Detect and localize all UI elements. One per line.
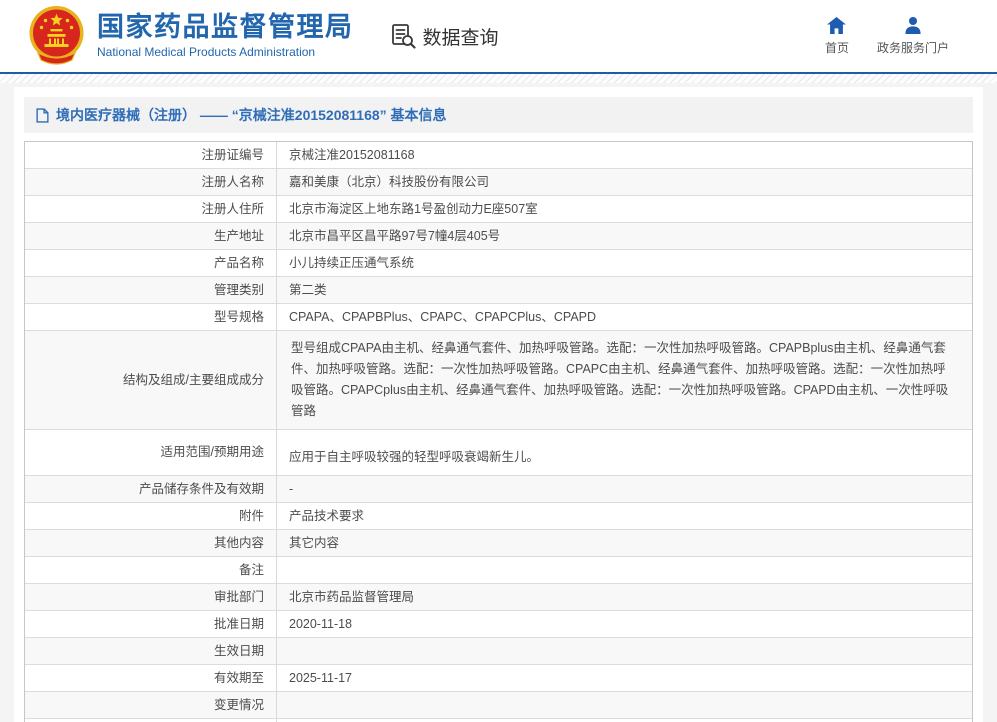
row-label: 生效日期 — [25, 638, 277, 664]
table-row-registrant-name: 注册人名称 嘉和美康（北京）科技股份有限公司 — [25, 169, 972, 196]
nav-home[interactable]: 首页 — [825, 17, 849, 56]
row-label: 型号规格 — [25, 304, 277, 330]
site-header: 国家药品监督管理局 National Medical Products Admi… — [0, 0, 997, 72]
info-table: 注册证编号 京械注准20152081168 注册人名称 嘉和美康（北京）科技股份… — [24, 141, 973, 722]
row-label: 生产地址 — [25, 223, 277, 249]
header-nav: 首页 政务服务门户 — [825, 17, 949, 56]
row-value: 第二类 — [277, 277, 972, 303]
data-query-link[interactable]: 数据查询 — [390, 23, 499, 50]
user-icon — [904, 17, 922, 34]
row-value: 小儿持续正压通气系统 — [277, 250, 972, 276]
row-value: 应用于自主呼吸较强的轻型呼吸衰竭新生儿。 — [277, 430, 972, 475]
row-label: 注册人住所 — [25, 196, 277, 222]
table-row-registrant-address: 注册人住所 北京市海淀区上地东路1号盈创动力E座507室 — [25, 196, 972, 223]
row-value: 产品技术要求 — [277, 503, 972, 529]
row-label: 变更情况 — [25, 692, 277, 718]
row-label: 审批部门 — [25, 584, 277, 610]
document-search-icon — [390, 23, 416, 49]
row-label: 产品储存条件及有效期 — [25, 476, 277, 502]
home-icon — [827, 17, 846, 34]
row-value: 北京市药品监督管理局 — [277, 584, 972, 610]
row-label: 附件 — [25, 503, 277, 529]
document-icon — [36, 108, 49, 123]
table-row-reg-number: 注册证编号 京械注准20152081168 — [25, 142, 972, 169]
table-row-change-status: 变更情况 — [25, 692, 972, 719]
table-row-effective-date: 生效日期 — [25, 638, 972, 665]
row-label: 注册证编号 — [25, 142, 277, 168]
nav-home-label: 首页 — [825, 39, 849, 56]
row-label: 注册人名称 — [25, 169, 277, 195]
data-query-label: 数据查询 — [423, 23, 499, 50]
table-row-intended-use: 适用范围/预期用途 应用于自主呼吸较强的轻型呼吸衰竭新生儿。 — [25, 430, 972, 476]
page: 国家药品监督管理局 National Medical Products Admi… — [0, 0, 997, 722]
row-label: 产品名称 — [25, 250, 277, 276]
table-row-production-address: 生产地址 北京市昌平区昌平路97号7幢4层405号 — [25, 223, 972, 250]
row-value — [277, 557, 972, 583]
row-value: 北京市海淀区上地东路1号盈创动力E座507室 — [277, 196, 972, 222]
row-value: 2025-11-17 — [277, 665, 972, 691]
row-label: 管理类别 — [25, 277, 277, 303]
section-title-bar: 境内医疗器械（注册） —— “京械注准20152081168” 基本信息 — [24, 97, 973, 133]
table-row-approval-date: 批准日期 2020-11-18 — [25, 611, 972, 638]
table-row-product-name: 产品名称 小儿持续正压通气系统 — [25, 250, 972, 277]
china-national-emblem-icon — [28, 5, 85, 67]
row-label: 其他内容 — [25, 530, 277, 556]
row-value: - — [277, 476, 972, 502]
table-row-approval-department: 审批部门 北京市药品监督管理局 — [25, 584, 972, 611]
table-row-attachment: 附件 产品技术要求 — [25, 503, 972, 530]
table-row-storage-validity: 产品储存条件及有效期 - — [25, 476, 972, 503]
row-value: 京械注准20152081168 — [277, 142, 972, 168]
row-value: 嘉和美康（北京）科技股份有限公司 — [277, 169, 972, 195]
row-value — [277, 638, 972, 664]
table-row-valid-until: 有效期至 2025-11-17 — [25, 665, 972, 692]
section-title-text: 境内医疗器械（注册） —— “京械注准20152081168” 基本信息 — [56, 105, 447, 125]
table-row-model-spec: 型号规格 CPAPA、CPAPBPlus、CPAPC、CPAPCPlus、CPA… — [25, 304, 972, 331]
row-label: 适用范围/预期用途 — [25, 430, 277, 475]
row-value — [277, 692, 972, 718]
row-label: 备注 — [25, 557, 277, 583]
row-label: 有效期至 — [25, 665, 277, 691]
content-card: 境内医疗器械（注册） —— “京械注准20152081168” 基本信息 注册证… — [14, 87, 983, 722]
row-label: 批准日期 — [25, 611, 277, 637]
row-value: 2020-11-18 — [277, 611, 972, 637]
hatch-strip — [0, 74, 997, 83]
row-label: 结构及组成/主要组成成分 — [25, 331, 277, 429]
brand: 国家药品监督管理局 National Medical Products Admi… — [28, 5, 354, 67]
brand-title-zh: 国家药品监督管理局 — [97, 13, 354, 43]
row-value: 型号组成CPAPA由主机、经鼻通气套件、加热呼吸管路。选配：一次性加热呼吸管路。… — [277, 331, 972, 429]
nav-portal-label: 政务服务门户 — [877, 39, 949, 56]
table-row-other-content: 其他内容 其它内容 — [25, 530, 972, 557]
row-value: 其它内容 — [277, 530, 972, 556]
brand-title-en: National Medical Products Administration — [97, 45, 354, 59]
row-value: CPAPA、CPAPBPlus、CPAPC、CPAPCPlus、CPAPD — [277, 304, 972, 330]
table-row-remark: 备注 — [25, 557, 972, 584]
table-row-composition: 结构及组成/主要组成成分 型号组成CPAPA由主机、经鼻通气套件、加热呼吸管路。… — [25, 331, 972, 430]
row-value: 北京市昌平区昌平路97号7幢4层405号 — [277, 223, 972, 249]
brand-text: 国家药品监督管理局 National Medical Products Admi… — [97, 13, 354, 60]
table-row-management-class: 管理类别 第二类 — [25, 277, 972, 304]
nav-portal[interactable]: 政务服务门户 — [877, 17, 949, 56]
